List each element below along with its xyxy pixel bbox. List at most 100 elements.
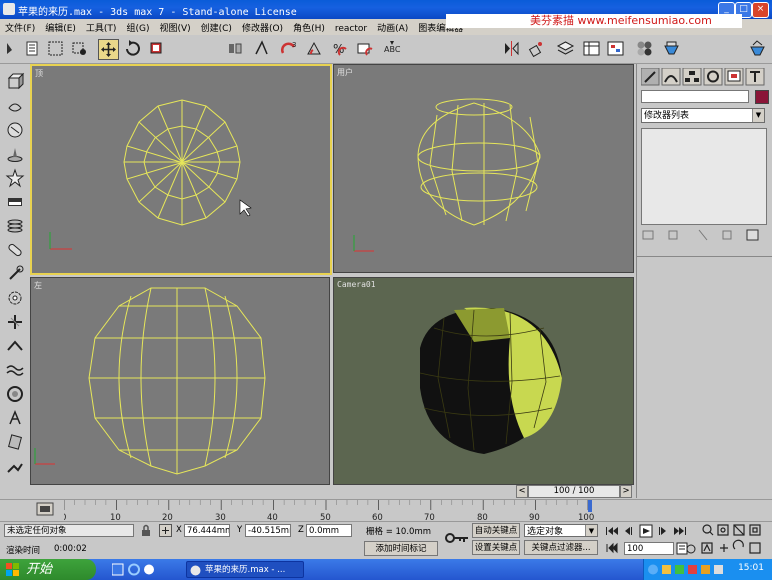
viewport-camera[interactable]: Camera01 [333, 277, 634, 485]
go-to-end-icon[interactable] [674, 527, 686, 535]
security-icon[interactable] [688, 565, 697, 574]
create-hose-icon[interactable] [5, 336, 25, 356]
maximize-viewport-icon[interactable] [749, 542, 761, 554]
modifier-list-dropdown[interactable]: 修改器列表 ▼ [641, 108, 765, 123]
menu-modifiers[interactable]: 修改器(O) [237, 19, 288, 34]
key-mode-toggle-icon[interactable] [606, 542, 620, 554]
show-desktop-icon[interactable] [112, 563, 124, 576]
create-capsule-icon[interactable] [5, 240, 25, 260]
viewport-user[interactable]: 用户 [333, 64, 634, 273]
percent-snap-icon[interactable]: % [330, 39, 349, 58]
object-name-field[interactable] [641, 90, 749, 103]
zoom-all-icon[interactable] [717, 524, 729, 536]
zoom-extents-all-icon[interactable] [749, 524, 761, 536]
menu-create[interactable]: 创建(C) [196, 19, 237, 34]
field-of-view-icon[interactable] [701, 542, 713, 554]
next-frame-button[interactable]: > [620, 485, 632, 498]
create-wave-icon[interactable] [5, 360, 25, 380]
create-sphere-icon[interactable] [5, 120, 25, 140]
key-filters-button[interactable]: 关键点过滤器... [524, 540, 598, 555]
rotate-icon[interactable] [123, 39, 142, 58]
create-torus-icon[interactable] [5, 216, 25, 236]
current-frame-marker[interactable] [588, 500, 592, 512]
mini-curve-editor-icon[interactable] [36, 502, 54, 516]
angle-snap-icon[interactable] [305, 39, 324, 58]
arc-rotate-icon[interactable] [732, 539, 744, 550]
create-cube-icon[interactable] [5, 432, 25, 452]
create-ring-icon[interactable] [5, 384, 25, 404]
internet-explorer-icon[interactable] [128, 563, 140, 576]
previous-frame-icon[interactable] [625, 527, 632, 535]
track-bar[interactable]: 0 10 20 30 40 50 60 70 80 90 100 [0, 499, 772, 522]
create-teapot-icon[interactable] [5, 96, 25, 116]
create-star-icon[interactable] [5, 168, 25, 188]
create-tube-icon[interactable] [5, 264, 25, 284]
prev-frame-button[interactable]: < [516, 485, 528, 498]
tray-arrow-icon[interactable] [648, 564, 658, 575]
absolute-mode-icon[interactable] [159, 524, 172, 537]
z-coordinate-field[interactable]: 0.0mm [306, 524, 352, 537]
object-color-swatch[interactable] [755, 90, 769, 104]
media-player-icon[interactable] [144, 564, 154, 575]
add-time-tag-button[interactable]: 添加时间标记 [364, 541, 438, 556]
scale-icon[interactable] [147, 39, 166, 58]
utilities-tab-icon[interactable] [745, 68, 765, 86]
menu-character[interactable]: 角色(H) [288, 19, 330, 34]
zoom-extents-icon[interactable] [733, 524, 745, 536]
create-box-icon[interactable] [5, 72, 25, 92]
time-configuration-icon[interactable] [676, 542, 696, 555]
x-coordinate-field[interactable]: 76.444mm [184, 524, 230, 537]
select-region-icon[interactable] [70, 39, 89, 58]
pivot-icon[interactable] [226, 39, 245, 58]
input-method-icon[interactable] [714, 565, 723, 574]
start-button[interactable]: 开始 [0, 559, 96, 580]
menu-tools[interactable]: 工具(T) [81, 19, 122, 34]
make-unique-icon[interactable] [698, 229, 708, 241]
current-frame-field[interactable]: 100 [624, 542, 674, 555]
material-editor-icon[interactable] [635, 39, 654, 58]
create-extra-icon[interactable] [5, 458, 25, 478]
create-bone-icon[interactable] [5, 408, 25, 428]
auto-key-button[interactable]: 自动关键点 [472, 523, 520, 538]
select-by-name-icon[interactable] [23, 39, 42, 58]
zoom-icon[interactable] [702, 524, 714, 536]
play-icon[interactable] [639, 524, 653, 538]
mirror-icon[interactable] [502, 39, 521, 58]
spinner-snap-icon[interactable] [355, 39, 374, 58]
menu-animation[interactable]: 动画(A) [372, 19, 413, 34]
next-frame-icon[interactable] [659, 527, 666, 535]
create-tab-icon[interactable] [641, 68, 660, 86]
viewport-top[interactable]: 顶 [30, 64, 332, 275]
modifier-stack[interactable] [641, 128, 767, 225]
time-slider[interactable]: 100 / 100 [528, 485, 620, 498]
schematic-view-icon[interactable] [606, 39, 625, 58]
create-spring-icon[interactable] [5, 312, 25, 332]
pan-icon[interactable] [720, 544, 728, 552]
menu-group[interactable]: 组(G) [121, 19, 154, 34]
create-gear-icon[interactable] [5, 288, 25, 308]
app-icon[interactable] [3, 3, 15, 15]
move-icon[interactable] [98, 39, 119, 60]
curve-editor-icon[interactable] [582, 39, 601, 58]
volume-icon[interactable] [662, 565, 671, 574]
named-selection-icon[interactable]: ABC [382, 39, 401, 58]
layer-manager-icon[interactable] [556, 39, 575, 58]
close-button[interactable]: × [752, 2, 769, 18]
select-manipulate-icon[interactable] [252, 39, 271, 58]
viewport-left[interactable]: 左 [30, 277, 330, 485]
menu-view[interactable]: 视图(V) [154, 19, 195, 34]
antivirus-icon[interactable] [701, 565, 710, 574]
show-end-result-icon[interactable] [668, 230, 678, 240]
align-icon[interactable] [527, 39, 546, 58]
render-scene-icon[interactable] [662, 39, 681, 58]
rect-select-icon[interactable] [46, 39, 65, 58]
menu-file[interactable]: 文件(F) [0, 19, 40, 34]
pin-stack-icon[interactable] [642, 230, 654, 240]
taskbar-item-3dsmax[interactable]: 苹果的来历.max - ... [186, 561, 304, 578]
modify-tab-icon[interactable] [661, 68, 681, 86]
menu-edit[interactable]: 编辑(E) [40, 19, 81, 34]
y-coordinate-field[interactable]: -40.515mm [245, 524, 291, 537]
snap-toggle-icon[interactable]: 3 [280, 39, 299, 58]
key-mode-icon[interactable] [444, 530, 470, 546]
motion-tab-icon[interactable] [703, 68, 723, 86]
